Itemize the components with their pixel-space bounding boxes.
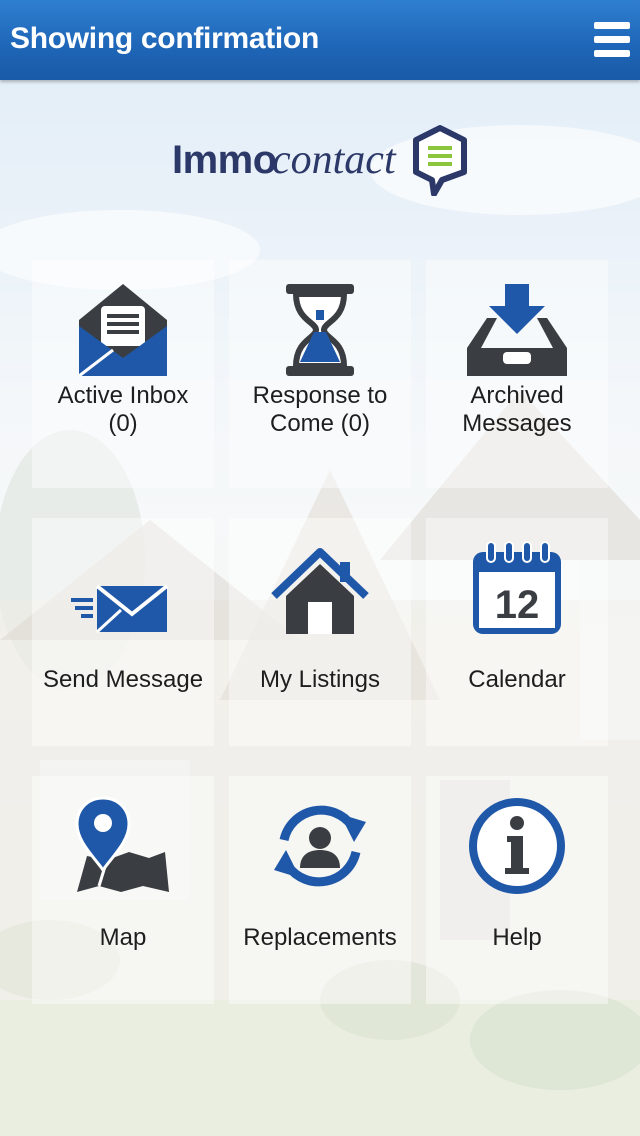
tile-label-line2: (0) xyxy=(108,410,138,437)
tile-label-line2: Come (0) xyxy=(269,410,371,437)
person-swap-icon xyxy=(274,805,366,887)
tile-my-listings[interactable]: My Listings xyxy=(229,518,411,746)
map-pin-icon xyxy=(75,796,169,892)
page-title: Showing confirmation xyxy=(10,22,319,55)
hourglass-icon xyxy=(286,284,354,376)
tile-send-message[interactable]: Send Message xyxy=(32,518,214,746)
tile-label: Help xyxy=(492,924,542,951)
send-envelope-icon xyxy=(71,584,169,634)
app-header: Showing confirmation xyxy=(0,0,640,80)
immocontact-logo: Immo contact xyxy=(172,124,472,196)
tile-help[interactable]: Help xyxy=(426,776,608,1004)
tile-label: Active Inbox xyxy=(57,382,189,409)
tile-response-to-come[interactable]: Response to Come (0) xyxy=(229,260,411,488)
tile-archived-messages[interactable]: Archived Messages xyxy=(426,260,608,488)
info-icon xyxy=(469,798,565,894)
tile-label: Response to xyxy=(252,382,388,409)
logo-word-contact: contact xyxy=(272,137,396,183)
tile-label: My Listings xyxy=(259,666,381,693)
tile-label: Archived xyxy=(470,382,564,409)
calendar-day-number: 12 xyxy=(495,583,540,627)
tile-label: Replacements xyxy=(243,924,397,951)
calendar-icon: 12 xyxy=(473,541,561,634)
tile-calendar[interactable]: 12 Calendar xyxy=(426,518,608,746)
envelope-open-icon xyxy=(78,284,167,378)
chat-bubble-logo-icon xyxy=(413,125,467,196)
logo-word-immo: Immo xyxy=(172,138,277,182)
tile-label: Send Message xyxy=(42,666,204,693)
tile-label-line2: Messages xyxy=(462,410,572,437)
archive-tray-icon xyxy=(467,284,567,376)
tile-label: Map xyxy=(99,924,147,951)
tile-replacements[interactable]: Replacements xyxy=(229,776,411,1004)
hamburger-menu-icon[interactable] xyxy=(594,22,630,58)
tile-active-inbox[interactable]: Active Inbox (0) xyxy=(32,260,214,488)
tile-map[interactable]: Map xyxy=(32,776,214,1004)
house-icon xyxy=(271,548,369,634)
tile-label: Calendar xyxy=(468,666,566,693)
